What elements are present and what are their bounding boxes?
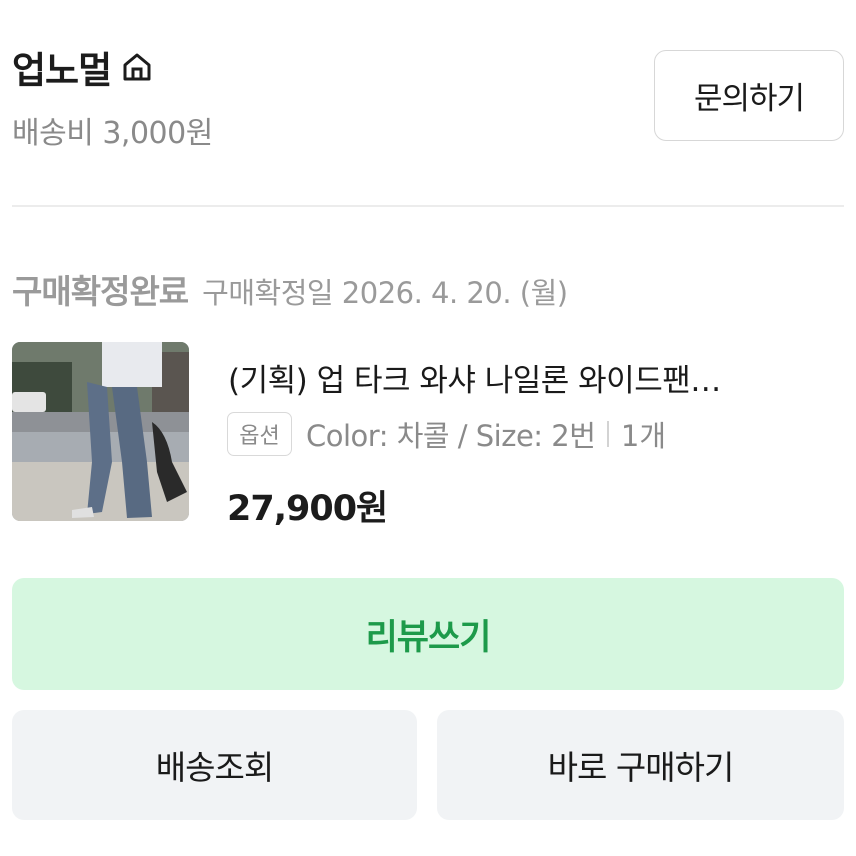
product-option-row: 옵션 Color: 차콜 / Size: 2번 1개 [227,412,666,456]
seller-section: 업노멀 배송비 3,000원 [12,40,213,152]
confirm-date: 구매확정일 2026. 4. 20. (월) [202,276,568,310]
option-separator [607,421,609,447]
option-tag: 옵션 [227,412,292,456]
product-title[interactable]: (기획) 업 타크 와샤 나일론 와이드팬… [228,355,828,400]
home-icon[interactable] [119,49,155,85]
seller-name-row[interactable]: 업노멀 [12,40,213,94]
buy-again-button[interactable]: 바로 구매하기 [437,710,844,820]
order-status: 구매확정완료 [12,272,189,311]
order-status-row: 구매확정완료 구매확정일 2026. 4. 20. (월) [12,265,568,313]
option-text: Color: 차콜 / Size: 2번 [306,419,596,453]
track-delivery-button[interactable]: 배송조회 [12,710,417,820]
quantity: 1개 [620,419,667,453]
product-thumbnail[interactable] [12,342,189,521]
product-price: 27,900원 [227,489,388,529]
seller-name[interactable]: 업노멀 [12,40,112,94]
write-review-button[interactable]: 리뷰쓰기 [12,578,844,690]
shipping-fee: 배송비 3,000원 [12,116,213,151]
section-divider [12,205,844,207]
inquiry-button[interactable]: 문의하기 [654,50,844,141]
